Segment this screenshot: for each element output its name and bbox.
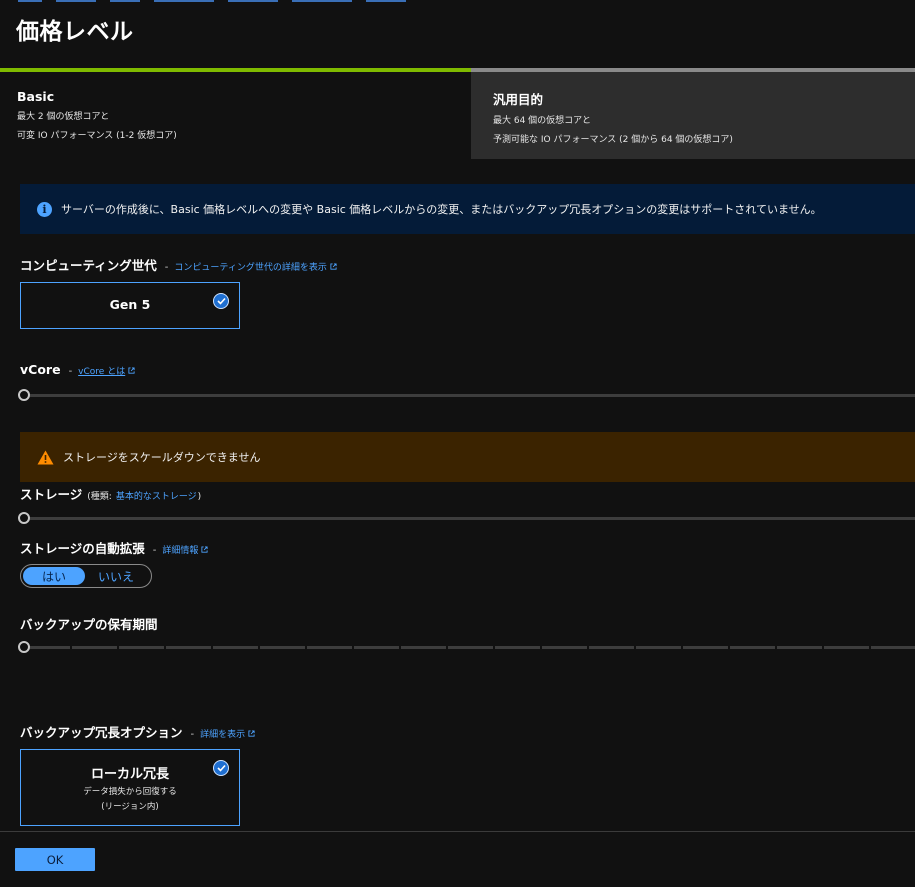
- compute-generation-title: コンピューティング世代: [20, 258, 157, 273]
- separator: -: [68, 366, 73, 377]
- slider-tick: [634, 646, 636, 650]
- breadcrumb: [18, 0, 508, 2]
- vcore-slider-track[interactable]: [20, 394, 915, 397]
- vcore-slider-thumb[interactable]: [18, 389, 30, 401]
- check-icon: [213, 760, 229, 776]
- slider-tick: [869, 646, 871, 650]
- vcore-title: vCore: [20, 362, 61, 377]
- tier-description: 最大 64 個の仮想コアと: [493, 116, 591, 126]
- slider-tick: [305, 646, 307, 650]
- vcore-link-text: vCore とは: [78, 367, 126, 377]
- storage-slider-thumb[interactable]: [18, 512, 30, 524]
- autogrow-label: ストレージの自動拡張 - 詳細情報: [20, 538, 208, 557]
- compute-generation-link-text: コンピューティング世代の詳細を表示: [174, 263, 327, 273]
- storage-slider-track[interactable]: [20, 517, 915, 520]
- vcore-label: vCore - vCore とは: [20, 362, 135, 377]
- external-link-icon: [128, 367, 135, 374]
- slider-tick: [211, 646, 213, 650]
- storage-title: ストレージ: [20, 487, 83, 502]
- separator: -: [164, 262, 169, 273]
- ok-button[interactable]: OK: [15, 848, 95, 871]
- slider-tick: [728, 646, 730, 650]
- redundancy-title: バックアップ冗長オプション: [20, 725, 183, 740]
- slider-tick: [399, 646, 401, 650]
- slider-tick: [587, 646, 589, 650]
- compute-generation-link[interactable]: コンピューティング世代の詳細を表示: [174, 260, 337, 273]
- page-title: 価格レベル: [16, 19, 134, 45]
- separator: -: [152, 545, 157, 556]
- tier-description: 最大 2 個の仮想コアと: [17, 112, 110, 122]
- slider-tick: [352, 646, 354, 650]
- tier-description: 予測可能な IO パフォーマンス (2 個から 64 個の仮想コア): [493, 135, 733, 145]
- tier-name: 汎用目的: [493, 92, 544, 107]
- vcore-link[interactable]: vCore とは: [78, 364, 135, 377]
- footer-bar: [0, 831, 915, 887]
- backup-retention-label: バックアップの保有期間: [20, 614, 158, 633]
- slider-tick: [117, 646, 119, 650]
- tier-description: 可変 IO パフォーマンス (1-2 仮想コア): [17, 131, 177, 141]
- warning-text: ストレージをスケールダウンできません: [63, 451, 261, 464]
- slider-tick: [493, 646, 495, 650]
- storage-type-link[interactable]: 基本的なストレージ: [116, 489, 197, 502]
- backup-retention-ticks: [20, 646, 915, 650]
- separator: -: [190, 729, 195, 740]
- slider-tick: [540, 646, 542, 650]
- check-icon: [213, 293, 229, 309]
- autogrow-title: ストレージの自動拡張: [20, 541, 145, 556]
- warning-banner: ストレージをスケールダウンできません: [20, 432, 915, 482]
- storage-label: ストレージ (種類: 基本的なストレージ ): [20, 484, 201, 503]
- info-text: サーバーの作成後に、Basic 価格レベルへの変更や Basic 価格レベルから…: [61, 203, 822, 216]
- slider-tick: [822, 646, 824, 650]
- redundancy-option-desc: (リージョン内): [101, 802, 159, 812]
- tier-basic-tab[interactable]: Basic 最大 2 個の仮想コアと 可変 IO パフォーマンス (1-2 仮想…: [0, 68, 471, 159]
- external-link-icon: [330, 263, 337, 270]
- warning-icon: [37, 450, 54, 464]
- backup-retention-slider-thumb[interactable]: [18, 641, 30, 653]
- redundancy-link-text: 詳細を表示: [200, 730, 246, 740]
- external-link-icon: [201, 546, 208, 553]
- storage-type-prefix: (種類:: [87, 492, 112, 502]
- autogrow-link[interactable]: 詳細情報: [162, 543, 208, 556]
- autogrow-link-text: 詳細情報: [162, 546, 199, 556]
- compute-gen5-card[interactable]: Gen 5: [20, 282, 240, 329]
- tier-name: Basic: [17, 89, 55, 104]
- redundancy-local-card[interactable]: ローカル冗長 データ損失から回復する (リージョン内): [20, 749, 240, 826]
- compute-option-label: Gen 5: [109, 297, 151, 312]
- slider-tick: [258, 646, 260, 650]
- autogrow-toggle[interactable]: はい いいえ: [20, 564, 152, 588]
- info-banner: i サーバーの作成後に、Basic 価格レベルへの変更や Basic 価格レベル…: [20, 184, 915, 234]
- info-icon: i: [37, 201, 52, 217]
- slider-tick: [70, 646, 72, 650]
- slider-tick: [446, 646, 448, 650]
- backup-retention-title: バックアップの保有期間: [20, 617, 158, 632]
- redundancy-option-desc: データ損失から回復する: [83, 787, 177, 797]
- slider-tick: [681, 646, 683, 650]
- slider-tick: [164, 646, 166, 650]
- redundancy-link[interactable]: 詳細を表示: [200, 727, 255, 740]
- redundancy-option-title: ローカル冗長: [90, 767, 169, 782]
- external-link-icon: [248, 730, 255, 737]
- storage-type-suffix: ): [197, 492, 202, 502]
- autogrow-no-option[interactable]: いいえ: [85, 567, 147, 585]
- tier-general-purpose-tab[interactable]: 汎用目的 最大 64 個の仮想コアと 予測可能な IO パフォーマンス (2 個…: [471, 68, 915, 159]
- compute-generation-label: コンピューティング世代 - コンピューティング世代の詳細を表示: [20, 255, 337, 274]
- slider-tick: [775, 646, 777, 650]
- redundancy-label: バックアップ冗長オプション - 詳細を表示: [20, 722, 255, 741]
- autogrow-yes-option[interactable]: はい: [23, 567, 85, 585]
